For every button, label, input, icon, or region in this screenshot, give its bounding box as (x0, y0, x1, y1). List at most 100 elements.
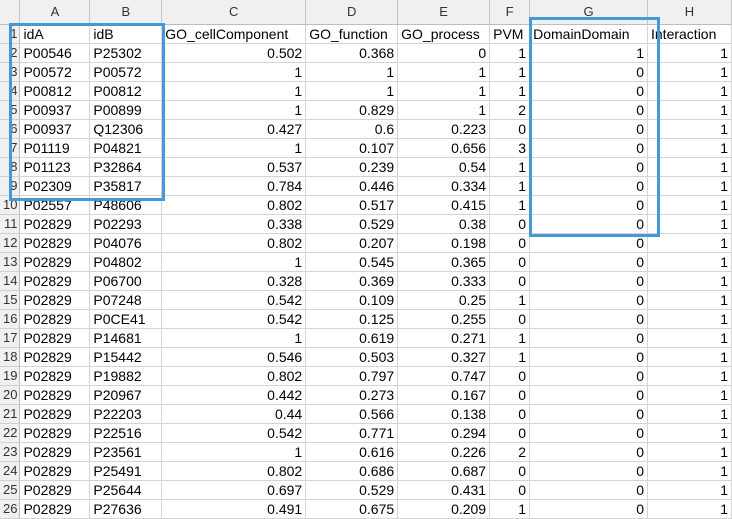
row-number[interactable]: 10 (0, 195, 21, 215)
cell[interactable]: 1 (647, 138, 732, 158)
row-number[interactable]: 18 (0, 347, 21, 367)
cell[interactable]: 0.226 (397, 442, 491, 462)
cell[interactable]: 0.771 (305, 423, 399, 443)
cell[interactable]: 0.656 (397, 138, 491, 158)
cell[interactable]: 0.44 (161, 404, 307, 424)
cell[interactable]: 1 (647, 499, 732, 519)
row-number[interactable]: 23 (0, 442, 21, 462)
cell[interactable]: 1 (647, 366, 732, 386)
cell[interactable]: 0 (529, 214, 648, 234)
cell[interactable]: 0 (489, 233, 531, 253)
cell[interactable]: 0.442 (161, 385, 307, 405)
cell[interactable]: 0.223 (397, 119, 491, 139)
cell[interactable]: 0.802 (161, 366, 307, 386)
cell[interactable]: 0.334 (397, 176, 491, 196)
cell[interactable]: 1 (647, 404, 732, 424)
cell[interactable]: 0.542 (161, 423, 307, 443)
cell[interactable]: 1 (647, 252, 732, 272)
cell[interactable]: 1 (397, 81, 491, 101)
cell[interactable]: 1 (647, 81, 732, 101)
cell[interactable]: 1 (489, 195, 531, 215)
cell[interactable]: 1 (647, 100, 732, 120)
cell[interactable]: P02829 (19, 480, 91, 500)
cell[interactable]: 0.327 (397, 347, 491, 367)
cell[interactable]: 1 (161, 328, 307, 348)
cell[interactable]: 1 (305, 62, 399, 82)
cell[interactable]: P19882 (89, 366, 163, 386)
cell[interactable]: 1 (489, 328, 531, 348)
cell[interactable]: P02829 (19, 423, 91, 443)
cell[interactable]: P02829 (19, 252, 91, 272)
cell[interactable]: 0 (529, 309, 648, 329)
column-header-b[interactable]: B (89, 0, 163, 25)
cell[interactable]: 0.107 (305, 138, 399, 158)
row-number[interactable]: 17 (0, 328, 21, 348)
row-number[interactable]: 1 (0, 24, 21, 44)
cell[interactable]: 0 (489, 385, 531, 405)
cell[interactable]: P15442 (89, 347, 163, 367)
cell[interactable]: 0.829 (305, 100, 399, 120)
cell[interactable]: P02309 (19, 176, 91, 196)
cell[interactable]: 0.546 (161, 347, 307, 367)
column-header-c[interactable]: C (161, 0, 307, 25)
cell[interactable]: 1 (161, 62, 307, 82)
row-number[interactable]: 5 (0, 100, 21, 120)
cell[interactable]: 1 (647, 157, 732, 177)
cell[interactable]: P20967 (89, 385, 163, 405)
cell[interactable]: P25302 (89, 43, 163, 63)
cell[interactable]: P01123 (19, 157, 91, 177)
cell[interactable]: P02829 (19, 499, 91, 519)
cell[interactable]: 1 (647, 328, 732, 348)
cell[interactable]: 0.138 (397, 404, 491, 424)
cell[interactable]: 2 (489, 100, 531, 120)
cell[interactable]: 0.255 (397, 309, 491, 329)
cell[interactable]: 1 (647, 423, 732, 443)
cell[interactable]: 0 (529, 271, 648, 291)
cell[interactable]: 0.747 (397, 366, 491, 386)
cell[interactable]: P02829 (19, 366, 91, 386)
cell[interactable]: 1 (489, 499, 531, 519)
cell[interactable]: P22203 (89, 404, 163, 424)
cell[interactable]: 0 (529, 366, 648, 386)
cell[interactable]: 1 (647, 176, 732, 196)
cell[interactable]: 3 (489, 138, 531, 158)
cell[interactable]: 0 (529, 328, 648, 348)
cell-header-go-process[interactable]: GO_process (397, 24, 491, 44)
cell[interactable]: 1 (647, 195, 732, 215)
cell[interactable]: 0 (529, 442, 648, 462)
cell[interactable]: 0.338 (161, 214, 307, 234)
cell[interactable]: 0.686 (305, 461, 399, 481)
row-number[interactable]: 16 (0, 309, 21, 329)
row-number[interactable]: 3 (0, 62, 21, 82)
cell[interactable]: P00546 (19, 43, 91, 63)
cell[interactable]: 0.802 (161, 195, 307, 215)
cell[interactable]: 0.54 (397, 157, 491, 177)
cell[interactable]: 0 (529, 290, 648, 310)
cell[interactable]: P0CE41 (89, 309, 163, 329)
cell[interactable]: 1 (489, 290, 531, 310)
cell[interactable]: 0.328 (161, 271, 307, 291)
cell[interactable]: 0.802 (161, 233, 307, 253)
cell[interactable]: 0.25 (397, 290, 491, 310)
cell[interactable]: 0 (529, 195, 648, 215)
cell[interactable]: 0.529 (305, 214, 399, 234)
cell[interactable]: P25644 (89, 480, 163, 500)
cell[interactable]: 0.542 (161, 290, 307, 310)
cell[interactable]: 1 (161, 100, 307, 120)
cell[interactable]: P00899 (89, 100, 163, 120)
cell[interactable]: 1 (489, 81, 531, 101)
cell[interactable]: P02829 (19, 404, 91, 424)
cell[interactable]: 0.542 (161, 309, 307, 329)
cell[interactable]: P01119 (19, 138, 91, 158)
cell[interactable]: 1 (161, 442, 307, 462)
cell[interactable]: 1 (489, 62, 531, 82)
row-number[interactable]: 19 (0, 366, 21, 386)
cell[interactable]: P02557 (19, 195, 91, 215)
cell[interactable]: 1 (489, 347, 531, 367)
cell[interactable]: 1 (161, 81, 307, 101)
cell[interactable]: P02829 (19, 328, 91, 348)
cell[interactable]: P04076 (89, 233, 163, 253)
row-number[interactable]: 9 (0, 176, 21, 196)
cell[interactable]: 1 (489, 157, 531, 177)
row-number[interactable]: 7 (0, 138, 21, 158)
